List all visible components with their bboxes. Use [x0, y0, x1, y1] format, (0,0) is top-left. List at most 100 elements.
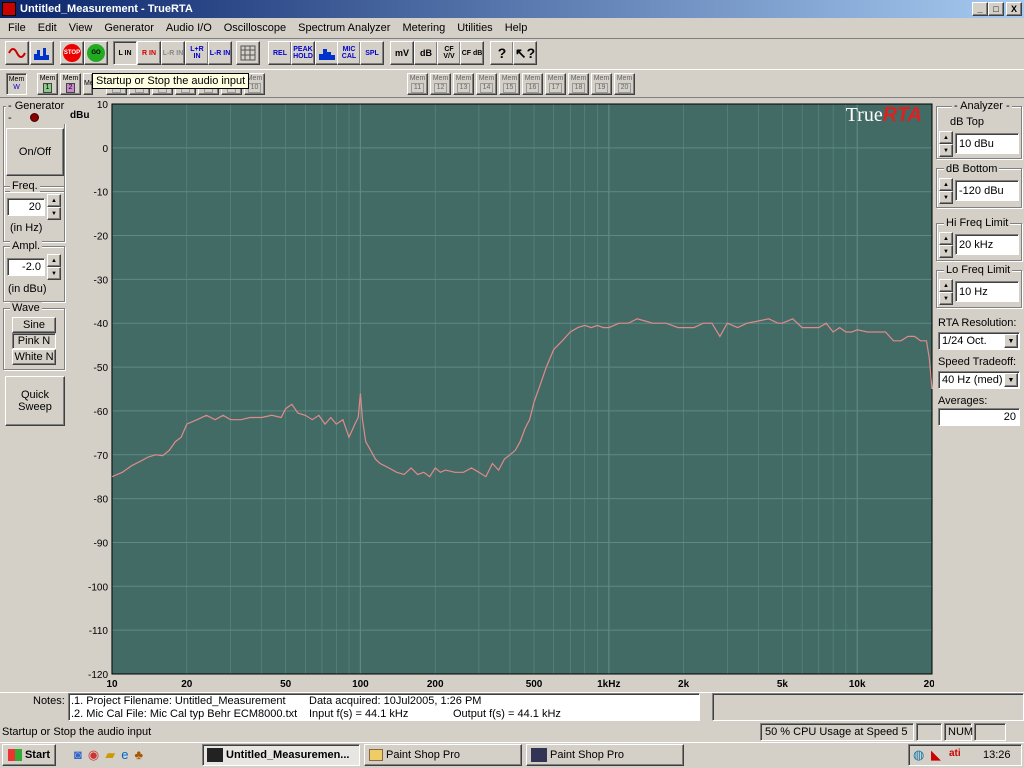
mem-w-button[interactable]: Mem W	[6, 73, 27, 95]
generator-onoff-button[interactable]: On/Off	[6, 128, 64, 176]
menu-audio-io[interactable]: Audio I/O	[160, 22, 218, 34]
speed-select[interactable]: 40 Hz (med) ▼	[938, 371, 1020, 389]
freq-spinner[interactable]: ▲ ▼	[47, 194, 61, 220]
mem-14-button[interactable]: Mem 14	[476, 73, 497, 95]
menu-view[interactable]: View	[63, 22, 99, 34]
app-icon-2[interactable]: ♣	[134, 747, 143, 763]
spectrum-icon	[34, 48, 49, 60]
menu-help[interactable]: Help	[499, 22, 534, 34]
r-in-button[interactable]: R IN	[137, 41, 161, 65]
ampl-input[interactable]: -2.0	[7, 258, 45, 276]
task-psp-1[interactable]: Paint Shop Pro	[364, 744, 522, 766]
spectrum-button[interactable]	[30, 41, 54, 65]
l-minus-r-in-button[interactable]: L-R IN	[208, 41, 232, 65]
menu-file[interactable]: File	[2, 22, 32, 34]
go-button[interactable]: GO	[84, 41, 108, 65]
ati-icon[interactable]: ati	[949, 748, 961, 759]
wave-pink-button[interactable]: Pink N	[12, 333, 56, 349]
l-in-button[interactable]: L IN	[113, 41, 137, 65]
context-help-button[interactable]: ↖?	[513, 41, 537, 65]
rel-button[interactable]: REL	[268, 41, 292, 65]
stop-button[interactable]: STOP	[60, 41, 84, 65]
grid-button[interactable]	[236, 41, 260, 65]
folder-icon[interactable]: ▰	[105, 747, 115, 763]
db-bottom-spinner[interactable]: ▲ ▼	[939, 178, 953, 204]
freq-up-icon[interactable]: ▲	[47, 194, 61, 207]
mem-12-button[interactable]: Mem 12	[430, 73, 451, 95]
acrobat-icon[interactable]: ◣	[931, 747, 941, 763]
hi-freq-spinner[interactable]: ▲ ▼	[939, 232, 953, 258]
oscilloscope-button[interactable]	[5, 41, 29, 65]
mem-17-button[interactable]: Mem 17	[545, 73, 566, 95]
db-button[interactable]: dB	[414, 41, 438, 65]
averages-input[interactable]: 20	[938, 408, 1020, 426]
db-bottom-up-icon[interactable]: ▲	[939, 178, 953, 191]
quick-sweep-button[interactable]: Quick Sweep	[5, 376, 65, 426]
ampl-up-icon[interactable]: ▲	[47, 254, 61, 267]
wave-sine-button[interactable]: Sine	[12, 317, 56, 333]
db-top-input[interactable]: 10 dBu	[955, 133, 1019, 154]
rta-res-select[interactable]: 1/24 Oct. ▼	[938, 332, 1020, 350]
mem-1-button[interactable]: Mem 1	[37, 73, 58, 95]
l-plus-r-in-button[interactable]: L+R IN	[185, 41, 209, 65]
menu-generator[interactable]: Generator	[98, 22, 160, 34]
task-psp-2[interactable]: Paint Shop Pro	[526, 744, 684, 766]
mem-18-button[interactable]: Mem 18	[568, 73, 589, 95]
minimize-button[interactable]: _	[972, 2, 988, 16]
db-bottom-input[interactable]: -120 dBu	[955, 180, 1019, 201]
lo-freq-spinner[interactable]: ▲ ▼	[939, 279, 953, 305]
task-truerta[interactable]: Untitled_Measuremen...	[202, 744, 360, 766]
speed-dropdown-icon[interactable]: ▼	[1004, 373, 1018, 387]
mem-w-prefix: Mem	[8, 76, 25, 83]
mic-cal-button[interactable]: MIC CAL	[337, 41, 361, 65]
db-top-up-icon[interactable]: ▲	[939, 131, 953, 144]
cf-db-button[interactable]: CF dB	[460, 41, 484, 65]
peak-hold-button[interactable]: PEAK HOLD	[291, 41, 315, 65]
wave-white-button[interactable]: White N	[12, 349, 56, 365]
bars-button[interactable]	[315, 41, 339, 65]
ie-icon[interactable]: e	[121, 747, 128, 763]
spl-button[interactable]: SPL	[360, 41, 384, 65]
network-icon[interactable]: ◍	[913, 747, 924, 763]
maximize-button[interactable]: □	[988, 2, 1004, 16]
start-button[interactable]: Start	[2, 744, 56, 766]
db-top-down-icon[interactable]: ▼	[939, 144, 953, 157]
lo-freq-up-icon[interactable]: ▲	[939, 279, 953, 292]
ampl-spinner[interactable]: ▲ ▼	[47, 254, 61, 280]
notes-right-area	[712, 693, 1024, 721]
l-r-in-button[interactable]: L-R IN	[161, 41, 185, 65]
mem-11-button[interactable]: Mem 11	[407, 73, 428, 95]
menu-metering[interactable]: Metering	[396, 22, 451, 34]
mem-13-button[interactable]: Mem 13	[453, 73, 474, 95]
help-button[interactable]: ?	[490, 41, 514, 65]
browser-icon[interactable]: ◉	[88, 747, 99, 763]
mv-button[interactable]: mV	[390, 41, 414, 65]
menu-spectrum-analyzer[interactable]: Spectrum Analyzer	[292, 22, 396, 34]
menu-oscilloscope[interactable]: Oscilloscope	[218, 22, 292, 34]
ampl-down-icon[interactable]: ▼	[47, 267, 61, 280]
freq-down-icon[interactable]: ▼	[47, 207, 61, 220]
mem-2-button[interactable]: Mem 2	[60, 73, 81, 95]
hi-freq-up-icon[interactable]: ▲	[939, 232, 953, 245]
hi-freq-input[interactable]: 20 kHz	[955, 234, 1019, 255]
analyzer-panel: - Analyzer - dB Top ▲ ▼ 10 dBu dB Bottom …	[934, 98, 1024, 692]
mem-20-button[interactable]: Mem 20	[614, 73, 635, 95]
mem-19-button[interactable]: Mem 19	[591, 73, 612, 95]
cf-vv-button[interactable]: CF V/V	[437, 41, 461, 65]
spectrum-chart[interactable]: 100-10-20-30-40-50-60-70-80-90-100-110-1…	[68, 98, 941, 692]
y-axis-label: dBu	[70, 110, 89, 121]
lo-freq-down-icon[interactable]: ▼	[939, 292, 953, 305]
menu-edit[interactable]: Edit	[32, 22, 63, 34]
notes-box[interactable]: .1. Project Filename: Untitled_Measureme…	[68, 693, 700, 721]
menu-utilities[interactable]: Utilities	[451, 22, 498, 34]
freq-input[interactable]: 20	[7, 198, 45, 216]
desktop-icon[interactable]: ◙	[74, 747, 82, 763]
close-button[interactable]: X	[1006, 2, 1022, 16]
rta-res-dropdown-icon[interactable]: ▼	[1004, 334, 1018, 348]
mem-16-button[interactable]: Mem 16	[522, 73, 543, 95]
db-top-spinner[interactable]: ▲ ▼	[939, 131, 953, 157]
lo-freq-input[interactable]: 10 Hz	[955, 281, 1019, 302]
hi-freq-down-icon[interactable]: ▼	[939, 245, 953, 258]
db-bottom-down-icon[interactable]: ▼	[939, 191, 953, 204]
mem-15-button[interactable]: Mem 15	[499, 73, 520, 95]
